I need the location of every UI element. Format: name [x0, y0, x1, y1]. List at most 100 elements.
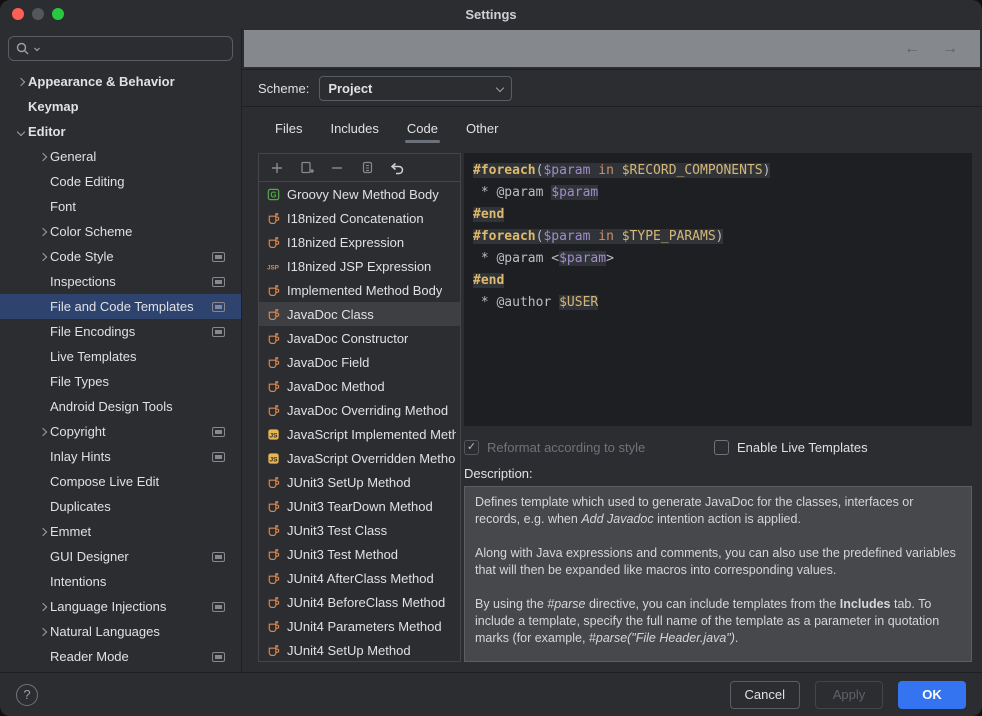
- sidebar-item-natural-languages[interactable]: Natural Languages: [0, 619, 241, 644]
- sidebar-item-compose-live-edit[interactable]: Compose Live Edit: [0, 469, 241, 494]
- template-item-javadoc-overriding-method[interactable]: JavaDoc Overriding Method: [259, 398, 460, 422]
- sidebar-item-reader-mode[interactable]: Reader Mode: [0, 644, 241, 669]
- template-item-junit4-beforeclass-method[interactable]: JUnit4 BeforeClass Method: [259, 590, 460, 614]
- java-file-icon: [265, 330, 281, 346]
- title-bar: Settings: [0, 0, 982, 28]
- tab-files[interactable]: Files: [265, 113, 312, 145]
- add-template-icon[interactable]: [267, 158, 287, 178]
- back-arrow-icon[interactable]: ←: [904, 40, 920, 58]
- help-button[interactable]: ?: [16, 684, 38, 706]
- reset-to-default-icon[interactable]: [387, 158, 407, 178]
- sidebar-item-live-templates[interactable]: Live Templates: [0, 344, 241, 369]
- chevron-right-icon[interactable]: [14, 79, 28, 85]
- sidebar-item-duplicates[interactable]: Duplicates: [0, 494, 241, 519]
- description-paragraph: Defines template which used to generate …: [475, 494, 961, 528]
- chevron-right-icon[interactable]: [36, 254, 50, 260]
- template-list-toolbar: [259, 154, 460, 182]
- sidebar-item-keymap[interactable]: Keymap: [0, 94, 241, 119]
- scheme-dropdown[interactable]: Project: [319, 76, 512, 101]
- checkbox-checked-icon: ✓: [464, 440, 479, 455]
- sidebar-item-file-encodings[interactable]: File Encodings: [0, 319, 241, 344]
- template-item-i18nized-jsp-expression[interactable]: JSPI18nized JSP Expression: [259, 254, 460, 278]
- template-item-label: JUnit3 SetUp Method: [287, 475, 411, 490]
- code-line: #foreach($param in $RECORD_COMPONENTS): [473, 160, 971, 182]
- create-child-template-icon[interactable]: [297, 158, 317, 178]
- sidebar-item-font[interactable]: Font: [0, 194, 241, 219]
- search-settings-field[interactable]: [8, 36, 233, 61]
- chevron-right-icon[interactable]: [36, 629, 50, 635]
- svg-text:G: G: [270, 190, 276, 199]
- settings-sidebar: Appearance & Behavior KeymapEditorGeneral…: [0, 28, 242, 672]
- sidebar-item-editor[interactable]: Editor: [0, 119, 241, 144]
- template-tabs: FilesIncludes CodeOther: [242, 107, 982, 145]
- sidebar-item-appearance-behavior[interactable]: Appearance & Behavior: [0, 69, 241, 94]
- sidebar-item-color-scheme[interactable]: Color Scheme: [0, 219, 241, 244]
- template-item-junit4-parameters-method[interactable]: JUnit4 Parameters Method: [259, 614, 460, 638]
- sidebar-item-label: Copyright: [50, 424, 106, 439]
- template-item-junit3-test-class[interactable]: JUnit3 Test Class: [259, 518, 460, 542]
- sidebar-item-android-design-tools[interactable]: Android Design Tools: [0, 394, 241, 419]
- window-controls: [12, 8, 64, 20]
- java-file-icon: [265, 234, 281, 250]
- sidebar-item-label: Intentions: [50, 574, 106, 589]
- chevron-right-icon[interactable]: [36, 604, 50, 610]
- template-item-label: JUnit4 SetUp Method: [287, 643, 411, 658]
- template-item-javadoc-constructor[interactable]: JavaDoc Constructor: [259, 326, 460, 350]
- template-item-i18nized-concatenation[interactable]: I18nized Concatenation: [259, 206, 460, 230]
- tab-code[interactable]: Code: [397, 113, 448, 145]
- java-file-icon: [265, 354, 281, 370]
- cancel-button[interactable]: Cancel: [730, 681, 800, 709]
- sidebar-item-file-and-code-templates[interactable]: File and Code Templates: [0, 294, 241, 319]
- template-item-javadoc-method[interactable]: JavaDoc Method: [259, 374, 460, 398]
- template-item-javadoc-class[interactable]: JavaDoc Class: [259, 302, 460, 326]
- enable-live-templates-checkbox[interactable]: Enable Live Templates: [714, 440, 868, 455]
- sidebar-item-label: Appearance & Behavior: [28, 74, 175, 89]
- remove-template-icon[interactable]: [327, 158, 347, 178]
- template-item-label: I18nized JSP Expression: [287, 259, 431, 274]
- zoom-window-button[interactable]: [52, 8, 64, 20]
- forward-arrow-icon[interactable]: →: [942, 40, 958, 58]
- template-code-editor[interactable]: #foreach($param in $RECORD_COMPONENTS) *…: [464, 153, 972, 426]
- chevron-right-icon[interactable]: [36, 229, 50, 235]
- tab-other[interactable]: Other: [456, 113, 509, 145]
- chevron-right-icon[interactable]: [36, 429, 50, 435]
- template-item-junit4-setup-method[interactable]: JUnit4 SetUp Method: [259, 638, 460, 661]
- chevron-right-icon[interactable]: [36, 529, 50, 535]
- sidebar-item-copyright[interactable]: Copyright: [0, 419, 241, 444]
- template-item-i18nized-expression[interactable]: I18nized Expression: [259, 230, 460, 254]
- sidebar-item-file-types[interactable]: File Types: [0, 369, 241, 394]
- template-item-implemented-method-body[interactable]: Implemented Method Body: [259, 278, 460, 302]
- sidebar-item-general[interactable]: General: [0, 144, 241, 169]
- template-item-junit4-afterclass-method[interactable]: JUnit4 AfterClass Method: [259, 566, 460, 590]
- project-level-badge-icon: [486, 44, 499, 54]
- sidebar-item-label: Inspections: [50, 274, 116, 289]
- close-window-button[interactable]: [12, 8, 24, 20]
- template-item-junit3-test-method[interactable]: JUnit3 Test Method: [259, 542, 460, 566]
- sidebar-item-inspections[interactable]: Inspections: [0, 269, 241, 294]
- template-item-label: Groovy New Method Body: [287, 187, 439, 202]
- template-item-javascript-implemented-method[interactable]: JSJavaScript Implemented Method: [259, 422, 460, 446]
- checkbox-unchecked-icon[interactable]: [714, 440, 729, 455]
- sidebar-item-gui-designer[interactable]: GUI Designer: [0, 544, 241, 569]
- ok-button[interactable]: OK: [898, 681, 966, 709]
- template-item-groovy-new-method-body[interactable]: G Groovy New Method Body: [259, 182, 460, 206]
- sidebar-item-code-style[interactable]: Code Style: [0, 244, 241, 269]
- search-input[interactable]: [43, 41, 226, 56]
- template-item-junit3-setup-method[interactable]: JUnit3 SetUp Method: [259, 470, 460, 494]
- copy-template-icon[interactable]: [357, 158, 377, 178]
- sidebar-item-language-injections[interactable]: Language Injections: [0, 594, 241, 619]
- sidebar-item-intentions[interactable]: Intentions: [0, 569, 241, 594]
- sidebar-item-code-editing[interactable]: Code Editing: [0, 169, 241, 194]
- breadcrumb-row: Editor › File and Code Templates ← →: [242, 28, 982, 70]
- reformat-checkbox: ✓ Reformat according to style: [464, 440, 706, 455]
- template-item-javadoc-field[interactable]: JavaDoc Field: [259, 350, 460, 374]
- sidebar-item-inlay-hints[interactable]: Inlay Hints: [0, 444, 241, 469]
- chevron-down-icon[interactable]: [14, 129, 28, 135]
- template-item-junit3-teardown-method[interactable]: JUnit3 TearDown Method: [259, 494, 460, 518]
- chevron-right-icon[interactable]: [36, 154, 50, 160]
- template-item-javascript-overridden-method[interactable]: JSJavaScript Overridden Method: [259, 446, 460, 470]
- chevron-down-icon: [496, 84, 504, 92]
- project-level-badge-icon: [212, 302, 225, 312]
- tab-includes[interactable]: Includes: [320, 113, 388, 145]
- sidebar-item-emmet[interactable]: Emmet: [0, 519, 241, 544]
